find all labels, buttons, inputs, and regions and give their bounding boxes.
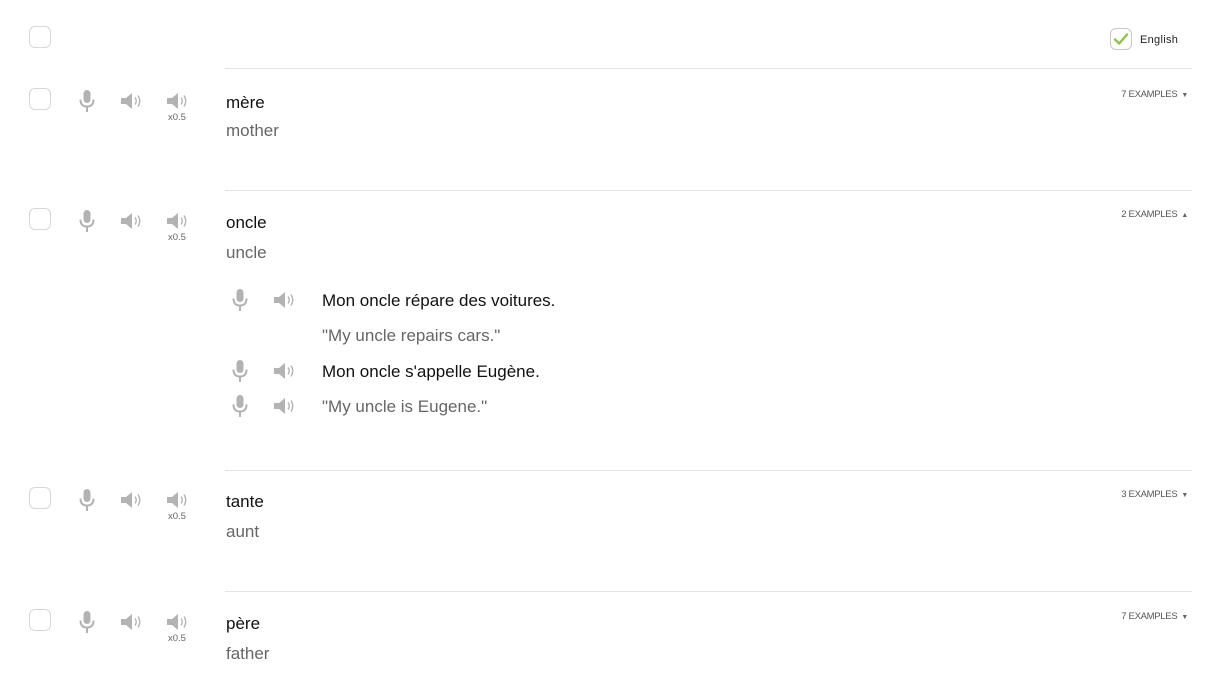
slow-speaker-icon[interactable] [165,490,193,510]
word-text: père [226,614,261,633]
speaker-icon[interactable] [119,211,147,231]
english-label: English [1140,34,1179,46]
slow-speaker-icon[interactable] [165,91,193,111]
example-translation: "My uncle is Eugene." [322,397,488,416]
microphone-icon[interactable] [230,358,250,384]
microphone-icon[interactable] [230,287,250,313]
microphone-icon[interactable] [77,88,97,114]
speaker-icon[interactable] [119,612,147,632]
word-text: mère [226,93,265,112]
example-translation: "My uncle repairs cars." [322,326,501,345]
word-text: tante [226,492,264,511]
speaker-icon[interactable] [119,490,147,510]
example-sentence: Mon oncle répare des voitures. [322,291,556,310]
word-text: oncle [226,213,267,232]
check-icon [1113,33,1129,45]
translation-text: mother [226,121,279,140]
caret-down-icon: ▼ [1181,614,1188,621]
example-sentence: Mon oncle s'appelle Eugène. [322,362,540,381]
microphone-icon[interactable] [230,393,250,419]
examples-toggle[interactable]: 7 EXAMPLES ▼ [1121,89,1188,100]
entry-checkbox-oncle[interactable] [29,208,51,230]
speaker-icon[interactable] [272,290,300,310]
divider [225,68,1192,69]
speaker-icon[interactable] [272,396,300,416]
slow-label: x0.5 [168,511,186,522]
caret-down-icon: ▼ [1181,492,1188,499]
slow-label: x0.5 [168,232,186,243]
select-all-checkbox[interactable] [29,26,51,48]
entry-checkbox-pere[interactable] [29,609,51,631]
divider [225,190,1192,191]
translation-text: uncle [226,243,267,262]
examples-toggle[interactable]: 7 EXAMPLES ▼ [1121,611,1188,622]
examples-count: 7 EXAMPLES [1121,611,1178,622]
english-toggle-checkbox[interactable] [1110,28,1132,50]
entry-checkbox-mere[interactable] [29,88,51,110]
examples-count: 2 EXAMPLES [1121,209,1178,220]
slow-label: x0.5 [168,112,186,123]
examples-toggle[interactable]: 2 EXAMPLES ▲ [1121,209,1188,220]
slow-speaker-icon[interactable] [165,612,193,632]
speaker-icon[interactable] [272,361,300,381]
divider [225,470,1192,471]
caret-down-icon: ▼ [1181,92,1188,99]
microphone-icon[interactable] [77,487,97,513]
speaker-icon[interactable] [119,91,147,111]
examples-count: 7 EXAMPLES [1121,89,1178,100]
caret-up-icon: ▲ [1181,212,1188,219]
slow-label: x0.5 [168,633,186,644]
divider [225,591,1192,592]
microphone-icon[interactable] [77,609,97,635]
translation-text: aunt [226,522,260,541]
examples-count: 3 EXAMPLES [1121,489,1178,500]
translation-text: father [226,644,270,663]
entry-checkbox-tante[interactable] [29,487,51,509]
microphone-icon[interactable] [77,208,97,234]
slow-speaker-icon[interactable] [165,211,193,231]
examples-toggle[interactable]: 3 EXAMPLES ▼ [1121,489,1188,500]
